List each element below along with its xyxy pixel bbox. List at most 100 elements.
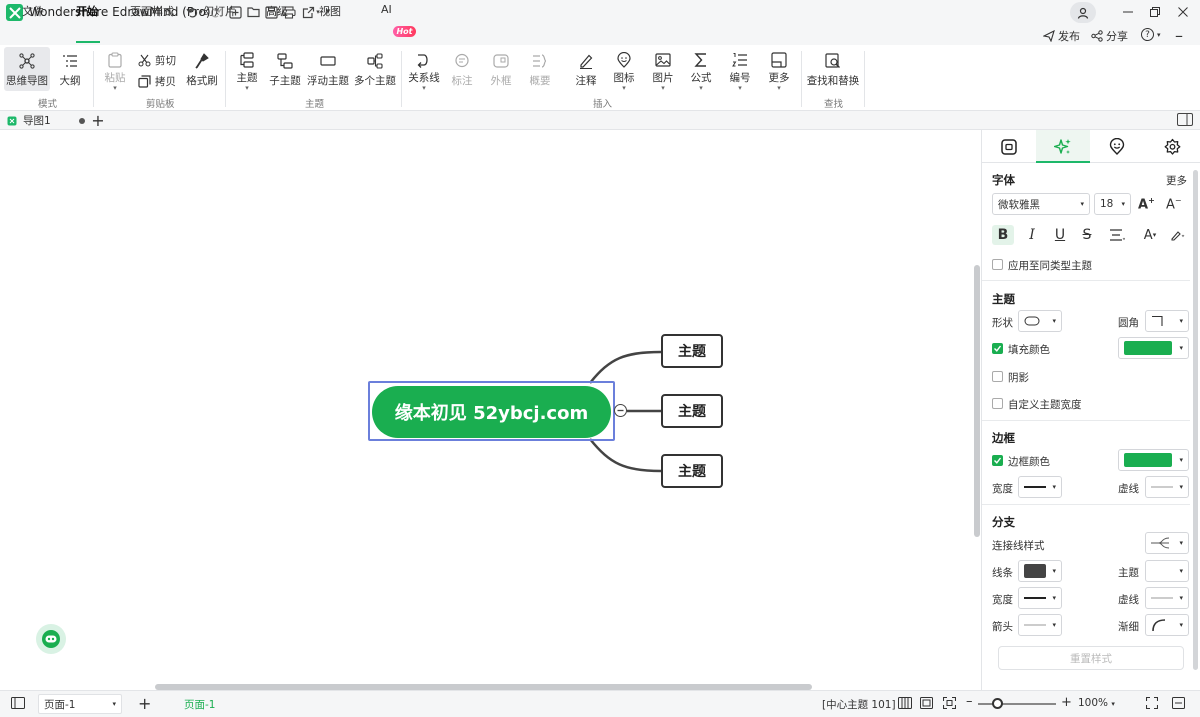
floating-topic-button[interactable]: 浮动主题 [306,47,350,91]
fullscreen-icon[interactable] [1146,697,1158,709]
zoom-slider-track[interactable] [978,703,1056,705]
toggle-panel-icon[interactable] [1177,113,1193,127]
fit-screen-icon[interactable] [943,697,956,709]
new-tab-button[interactable]: + [90,111,106,130]
sigma-icon [690,50,712,69]
tab-style[interactable] [1036,130,1090,163]
collapse-branch-button[interactable] [614,404,627,417]
border-width-select[interactable]: ▾ [1018,476,1062,498]
taper-select[interactable]: ▾ [1145,614,1189,636]
page-list-icon[interactable] [11,697,25,709]
collapse-ribbon-icon[interactable]: – [1175,26,1183,45]
fit-page-icon[interactable] [920,697,933,709]
connector-style-select[interactable]: ▾ [1145,532,1189,554]
align-button[interactable] [1104,225,1130,245]
mindmap-file-icon [7,116,17,125]
mindmap-mode-button[interactable]: 思维导图 [4,47,50,91]
branch-dash-select[interactable]: ▾ [1145,587,1189,609]
ai-assistant-button[interactable] [36,624,66,654]
menu-view[interactable]: 视图 [319,3,341,19]
subtopic-node[interactable]: 主题 [661,454,723,488]
menu-advanced[interactable]: 高级 [266,3,288,19]
page-tab-active[interactable]: 页面-1 [184,697,215,712]
callout-button[interactable]: 标注 [447,47,477,91]
reset-style-button[interactable]: 重置样式 [998,646,1184,670]
underline-button[interactable]: U [1049,225,1071,245]
menu-ai[interactable]: AI [381,3,392,19]
branch-line-color-select[interactable]: ▾ [1018,560,1062,582]
publish-button[interactable]: 发布 [1043,28,1080,44]
shape-select[interactable]: ▾ [1018,310,1062,332]
numbering-button[interactable]: 编号 ▾ [725,47,755,92]
icon-button[interactable]: 图标 ▾ [609,47,639,92]
close-button[interactable] [1168,2,1198,22]
note-button[interactable]: 注释 [571,47,601,91]
main-topic-label: 主题 [236,72,258,84]
menu-slides[interactable]: 幻灯片 [203,3,236,19]
fill-color-select[interactable]: ▾ [1118,337,1189,359]
panel-scrollbar[interactable] [1193,170,1198,670]
branch-topic-select[interactable]: ▾ [1145,560,1189,582]
menu-file[interactable]: 文件 [22,3,44,19]
font-size-select[interactable]: 18 ▾ [1094,193,1131,215]
highlight-button[interactable] [1166,225,1190,245]
boundary-button[interactable]: 外框 [486,47,516,91]
border-color-select[interactable]: ▾ [1118,449,1189,471]
help-button[interactable]: ? ▾ [1141,28,1161,41]
book-view-icon[interactable] [898,697,912,709]
subtopic-node[interactable]: 主题 [661,394,723,428]
central-topic[interactable]: 缘本初见 52ybcj.com [372,386,611,438]
increase-font-icon[interactable]: A+ [1138,196,1156,212]
document-tab[interactable]: 导图1 [0,111,88,130]
font-more-link[interactable]: 更多 [1166,173,1187,188]
tab-theme[interactable] [1145,130,1199,163]
cut-button[interactable]: 剪切 [138,51,176,69]
restore-button[interactable] [1140,2,1170,22]
decrease-font-icon[interactable]: A− [1166,196,1184,212]
border-color-checkbox[interactable] [992,455,1003,466]
copy-button[interactable]: 拷贝 [138,72,176,90]
multiple-topics-button[interactable]: 多个主题 [354,47,396,91]
strikethrough-button[interactable]: S [1076,225,1098,245]
bold-button[interactable]: B [992,225,1014,245]
zoom-out-button[interactable]: – [966,694,973,709]
formula-button[interactable]: 公式 ▾ [686,47,716,92]
open-folder-icon[interactable] [246,4,262,20]
tab-icons[interactable] [1090,130,1144,163]
tab-page-format[interactable] [982,130,1036,163]
zoom-slider-thumb[interactable] [992,698,1003,709]
apply-same-type-checkbox[interactable] [992,259,1003,270]
menu-page-style[interactable]: 页面样式 [130,3,174,19]
vertical-scrollbar[interactable] [974,265,980,537]
main-topic-button[interactable]: 主题 ▾ [232,47,262,92]
find-replace-button[interactable]: 查找和替换 [807,47,859,91]
subtopic-button[interactable]: 子主题 [268,47,302,91]
relationship-button[interactable]: 关系线 ▾ [407,47,441,92]
border-dash-select[interactable]: ▾ [1145,476,1189,498]
add-page-button[interactable]: + [138,694,151,713]
user-avatar[interactable] [1070,2,1096,23]
font-family-select[interactable]: 微软雅黑 ▾ [992,193,1090,215]
zoom-level[interactable]: 100% ▾ [1078,697,1115,709]
image-button[interactable]: 图片 ▾ [648,47,678,92]
fill-color-checkbox[interactable] [992,343,1003,354]
arrow-select[interactable]: ▾ [1018,614,1062,636]
paste-button[interactable]: 粘贴 ▾ [100,47,130,92]
corner-select[interactable]: ▾ [1145,310,1189,332]
summary-button[interactable]: 概要 [525,47,555,91]
subtopic-node[interactable]: 主题 [661,334,723,368]
menu-home[interactable]: 开始 [76,3,98,19]
custom-width-checkbox[interactable] [992,398,1003,409]
branch-width-select[interactable]: ▾ [1018,587,1062,609]
format-painter-button[interactable]: 格式刷 [185,47,219,91]
more-insert-button[interactable]: 更多 ▾ [764,47,794,92]
share-button[interactable]: 分享 [1091,28,1128,44]
shadow-checkbox[interactable] [992,371,1003,382]
presentation-icon[interactable] [1172,697,1185,709]
italic-button[interactable]: I [1021,225,1043,245]
minimize-button[interactable] [1113,2,1143,22]
page-select[interactable]: 页面-1 ▾ [38,694,122,714]
outline-mode-button[interactable]: 大纲 [52,47,88,91]
font-color-button[interactable]: A ▾ [1138,225,1162,245]
zoom-in-button[interactable]: + [1061,695,1072,710]
